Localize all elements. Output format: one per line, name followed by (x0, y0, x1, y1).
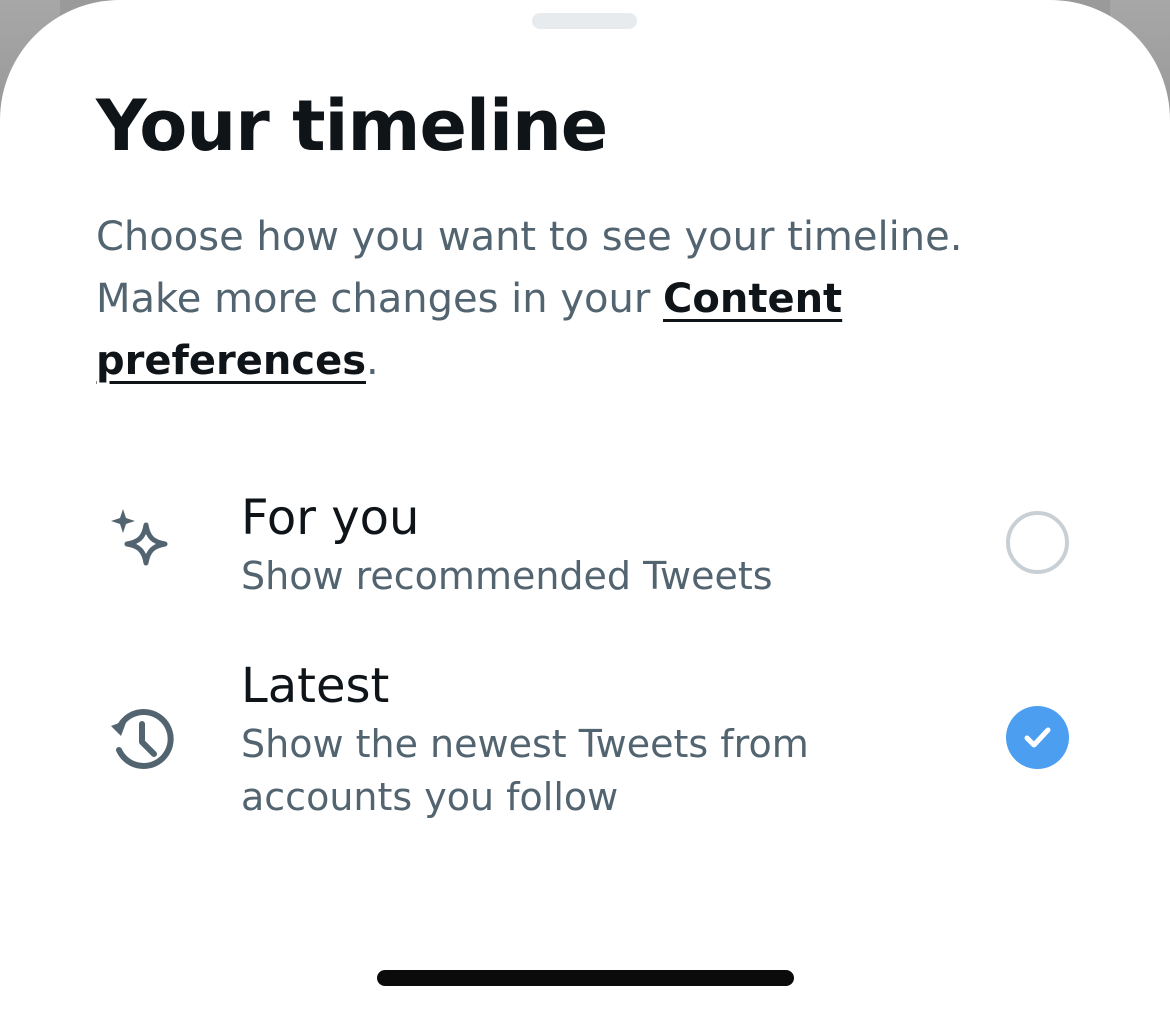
timeline-bottom-sheet: Your timeline Choose how you want to see… (0, 0, 1170, 1010)
radio-for-you-unselected[interactable] (1006, 511, 1069, 574)
checkmark-icon (1024, 727, 1051, 748)
option-latest-description: Show the newest Tweets from accounts you… (241, 722, 809, 819)
sheet-description: Choose how you want to see your timeline… (96, 206, 996, 392)
option-for-you[interactable]: For you Show recommended Tweets (0, 480, 1170, 620)
sparkle-icon (108, 507, 182, 581)
option-for-you-label: For you (241, 490, 420, 546)
sheet-title: Your timeline (96, 85, 608, 167)
home-indicator[interactable] (377, 970, 794, 986)
radio-latest-selected[interactable] (1006, 706, 1069, 769)
sheet-drag-handle[interactable] (532, 13, 637, 29)
history-icon (108, 702, 182, 776)
option-latest[interactable]: Latest Show the newest Tweets from accou… (0, 650, 1170, 830)
option-for-you-description: Show recommended Tweets (241, 554, 773, 598)
option-latest-label: Latest (241, 658, 390, 714)
description-period: . (366, 338, 379, 384)
